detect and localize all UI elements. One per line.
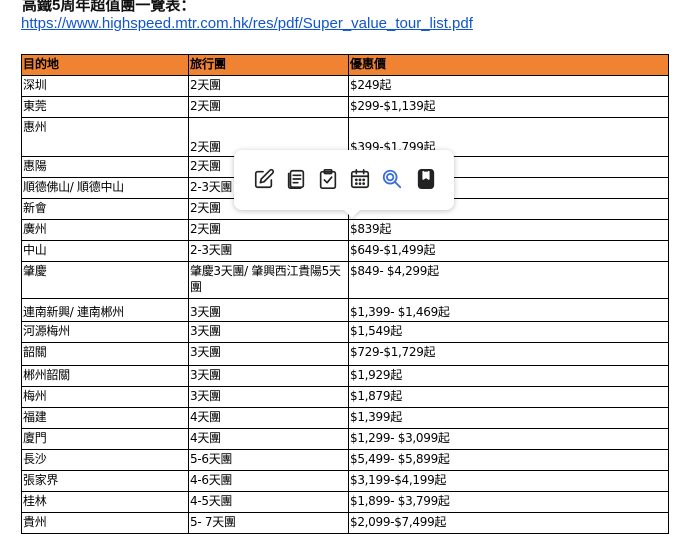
table-row: 梅州 3天團 $1,879起 [21,386,669,408]
header-price: 優惠價 [348,54,669,76]
price-cell: $5,499- $5,899起 [348,449,669,471]
tour-cell: 3天團 [188,298,349,322]
destination-cell: 惠陽 [21,156,189,178]
destination-cell: 張家界 [21,470,189,492]
tour-cell: 5-6天團 [188,449,349,471]
table-row: 深圳 2天團 $249起 [21,75,669,97]
tour-cell: 2-3天團 [188,240,349,262]
tour-cell: 4天團 [188,407,349,429]
header-destination: 目的地 [21,54,189,76]
floating-toolbar [234,150,454,218]
table-row: 韶關 3天團 $729-$1,729起 [21,342,669,366]
price-cell: $1,549起 [348,321,669,343]
page-title: 高鐵5周年超值團一覽表： [22,0,196,14]
destination-cell: 長沙 [21,449,189,471]
bookmark-icon[interactable] [414,167,438,191]
tour-cell: 5- 7天團 [188,512,349,534]
price-cell: $3,199-$4,199起 [348,470,669,492]
tour-cell: 2天團 [188,96,349,118]
tour-cell: 3天團 [188,342,349,366]
price-cell: $839起 [348,219,669,241]
table-row: 郴州韶關 3天團 $1,929起 [21,365,669,387]
tour-cell: 4天團 [188,428,349,450]
pdf-link[interactable]: https://www.highspeed.mtr.com.hk/res/pdf… [21,15,473,32]
price-cell: $1,899- $3,799起 [348,491,669,513]
destination-cell: 中山 [21,240,189,262]
price-cell: $649-$1,499起 [348,240,669,262]
tour-cell: 肇慶3天團/ 肇興西江貴陽5天團 [188,261,349,299]
search-icon[interactable] [380,167,404,191]
header-tour: 旅行團 [188,54,349,76]
price-cell: $1,299- $3,099起 [348,428,669,450]
price-cell: $249起 [348,75,669,97]
price-cell: $1,879起 [348,386,669,408]
destination-cell: 桂林 [21,491,189,513]
notes-icon[interactable] [284,167,308,191]
table-row: 東莞 2天團 $299-$1,139起 [21,96,669,118]
table-row: 中山 2-3天團 $649-$1,499起 [21,240,669,262]
tour-table: 目的地 旅行團 優惠價 深圳 2天團 $249起 東莞 2天團 $299-$1,… [21,54,669,534]
price-cell: $1,399起 [348,407,669,429]
destination-cell: 廈門 [21,428,189,450]
destination-cell: 河源梅州 [21,321,189,343]
table-row: 廣州 2天團 $839起 [21,219,669,241]
edit-icon[interactable] [252,167,276,191]
table-row: 桂林 4-5天團 $1,899- $3,799起 [21,491,669,513]
price-cell: $729-$1,729起 [348,342,669,366]
calendar-icon[interactable] [348,167,372,191]
table-row: 福建 4天團 $1,399起 [21,407,669,429]
price-cell: $1,399- $1,469起 [348,298,669,322]
toolbar-pointer [344,210,360,218]
destination-cell: 廣州 [21,219,189,241]
table-row: 長沙 5-6天團 $5,499- $5,899起 [21,449,669,471]
destination-cell: 新會 [21,198,189,220]
table-row: 河源梅州 3天團 $1,549起 [21,321,669,343]
table-row: 肇慶 肇慶3天團/ 肇興西江貴陽5天團 $849- $4,299起 [21,261,669,299]
destination-cell: 連南新興/ 連南郴州 [21,298,189,322]
tour-cell: 4-5天團 [188,491,349,513]
destination-cell: 韶關 [21,342,189,366]
table-row: 貴州 5- 7天團 $2,099-$7,499起 [21,512,669,534]
price-cell: $849- $4,299起 [348,261,669,299]
destination-cell: 肇慶 [21,261,189,299]
destination-cell: 貴州 [21,512,189,534]
tour-cell: 3天團 [188,321,349,343]
price-cell: $1,929起 [348,365,669,387]
table-header-row: 目的地 旅行團 優惠價 [21,54,669,76]
clipboard-check-icon[interactable] [316,167,340,191]
table-row: 連南新興/ 連南郴州 3天團 $1,399- $1,469起 [21,298,669,322]
destination-cell: 東莞 [21,96,189,118]
tour-cell: 2天團 [188,219,349,241]
tour-cell: 3天團 [188,365,349,387]
tour-cell: 4-6天團 [188,470,349,492]
destination-cell: 福建 [21,407,189,429]
destination-cell: 梅州 [21,386,189,408]
price-cell: $299-$1,139起 [348,96,669,118]
table-row: 廈門 4天團 $1,299- $3,099起 [21,428,669,450]
tour-cell: 3天團 [188,386,349,408]
destination-cell: 惠州 [21,117,189,157]
price-cell: $2,099-$7,499起 [348,512,669,534]
tour-cell: 2天團 [188,75,349,97]
destination-cell: 順德佛山/ 順德中山 [21,177,189,199]
destination-cell: 郴州韶關 [21,365,189,387]
table-row: 張家界 4-6天團 $3,199-$4,199起 [21,470,669,492]
destination-cell: 深圳 [21,75,189,97]
